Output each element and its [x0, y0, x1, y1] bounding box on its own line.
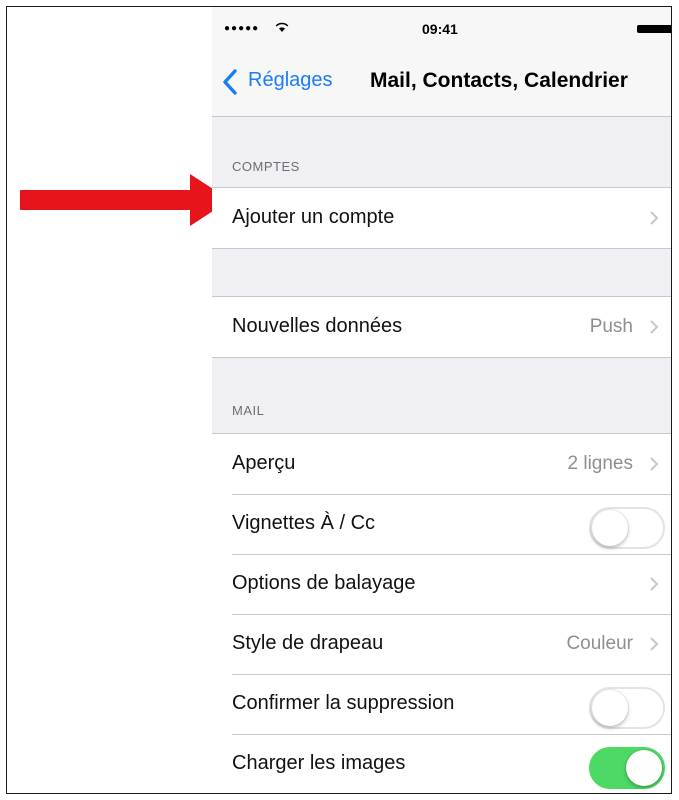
row-options-de-balayage[interactable]: Options de balayage	[212, 554, 671, 614]
chevron-right-icon	[650, 577, 659, 591]
row-charger-les-images: Charger les images	[212, 734, 671, 793]
iphone-settings-screen: ●●●●● 09:41 Réglages Mail, Contacts, Cal…	[212, 7, 671, 793]
chevron-right-icon	[650, 211, 659, 225]
confirmer-suppression-toggle[interactable]	[589, 687, 665, 729]
row-value: 2 lignes	[567, 453, 634, 474]
row-vignettes-a-cc: Vignettes À / Cc	[212, 494, 671, 554]
wifi-icon	[275, 22, 289, 32]
row-label: Nouvelles données	[232, 315, 403, 337]
back-button[interactable]: Réglages	[248, 69, 333, 92]
row-label: Ajouter un compte	[232, 206, 395, 228]
row-value: Push	[589, 316, 633, 337]
back-chevron-icon[interactable]	[222, 69, 238, 95]
row-value: Couleur	[566, 633, 633, 654]
page-title: Mail, Contacts, Calendrier	[370, 69, 628, 92]
row-apercu[interactable]: Aperçu 2 lignes	[212, 434, 671, 494]
toggle-knob	[592, 510, 628, 546]
section-header-mail: MAIL	[232, 403, 265, 418]
charger-images-toggle[interactable]	[589, 747, 665, 789]
chevron-right-icon	[650, 457, 659, 471]
row-label: Charger les images	[232, 752, 406, 774]
toggle-knob	[592, 690, 628, 726]
annotation-arrow-icon	[20, 174, 230, 226]
toggle-knob	[626, 750, 662, 786]
row-nouvelles-donnees[interactable]: Nouvelles données Push	[212, 297, 671, 357]
row-label: Confirmer la suppression	[232, 692, 455, 714]
status-bar: ●●●●● 09:41	[212, 7, 671, 47]
row-label: Style de drapeau	[232, 632, 384, 654]
status-time: 09:41	[422, 21, 458, 37]
section-header-comptes: COMPTES	[232, 159, 300, 174]
row-style-de-drapeau[interactable]: Style de drapeau Couleur	[212, 614, 671, 674]
group-comptes: Ajouter un compte	[212, 187, 671, 249]
group-nouvelles-donnees: Nouvelles données Push	[212, 296, 671, 358]
navigation-bar: Réglages Mail, Contacts, Calendrier	[212, 47, 671, 117]
chevron-right-icon	[650, 320, 659, 334]
row-label: Aperçu	[232, 452, 296, 474]
row-label: Vignettes À / Cc	[232, 512, 376, 534]
group-mail: Aperçu 2 lignes Vignettes À / Cc Options…	[212, 433, 671, 793]
row-confirmer-la-suppression: Confirmer la suppression	[212, 674, 671, 734]
row-ajouter-un-compte[interactable]: Ajouter un compte	[212, 188, 671, 248]
vignettes-toggle[interactable]	[589, 507, 665, 549]
signal-strength-icon: ●●●●●	[224, 23, 260, 34]
chevron-right-icon	[650, 637, 659, 651]
row-label: Options de balayage	[232, 572, 416, 594]
battery-icon	[637, 25, 671, 33]
